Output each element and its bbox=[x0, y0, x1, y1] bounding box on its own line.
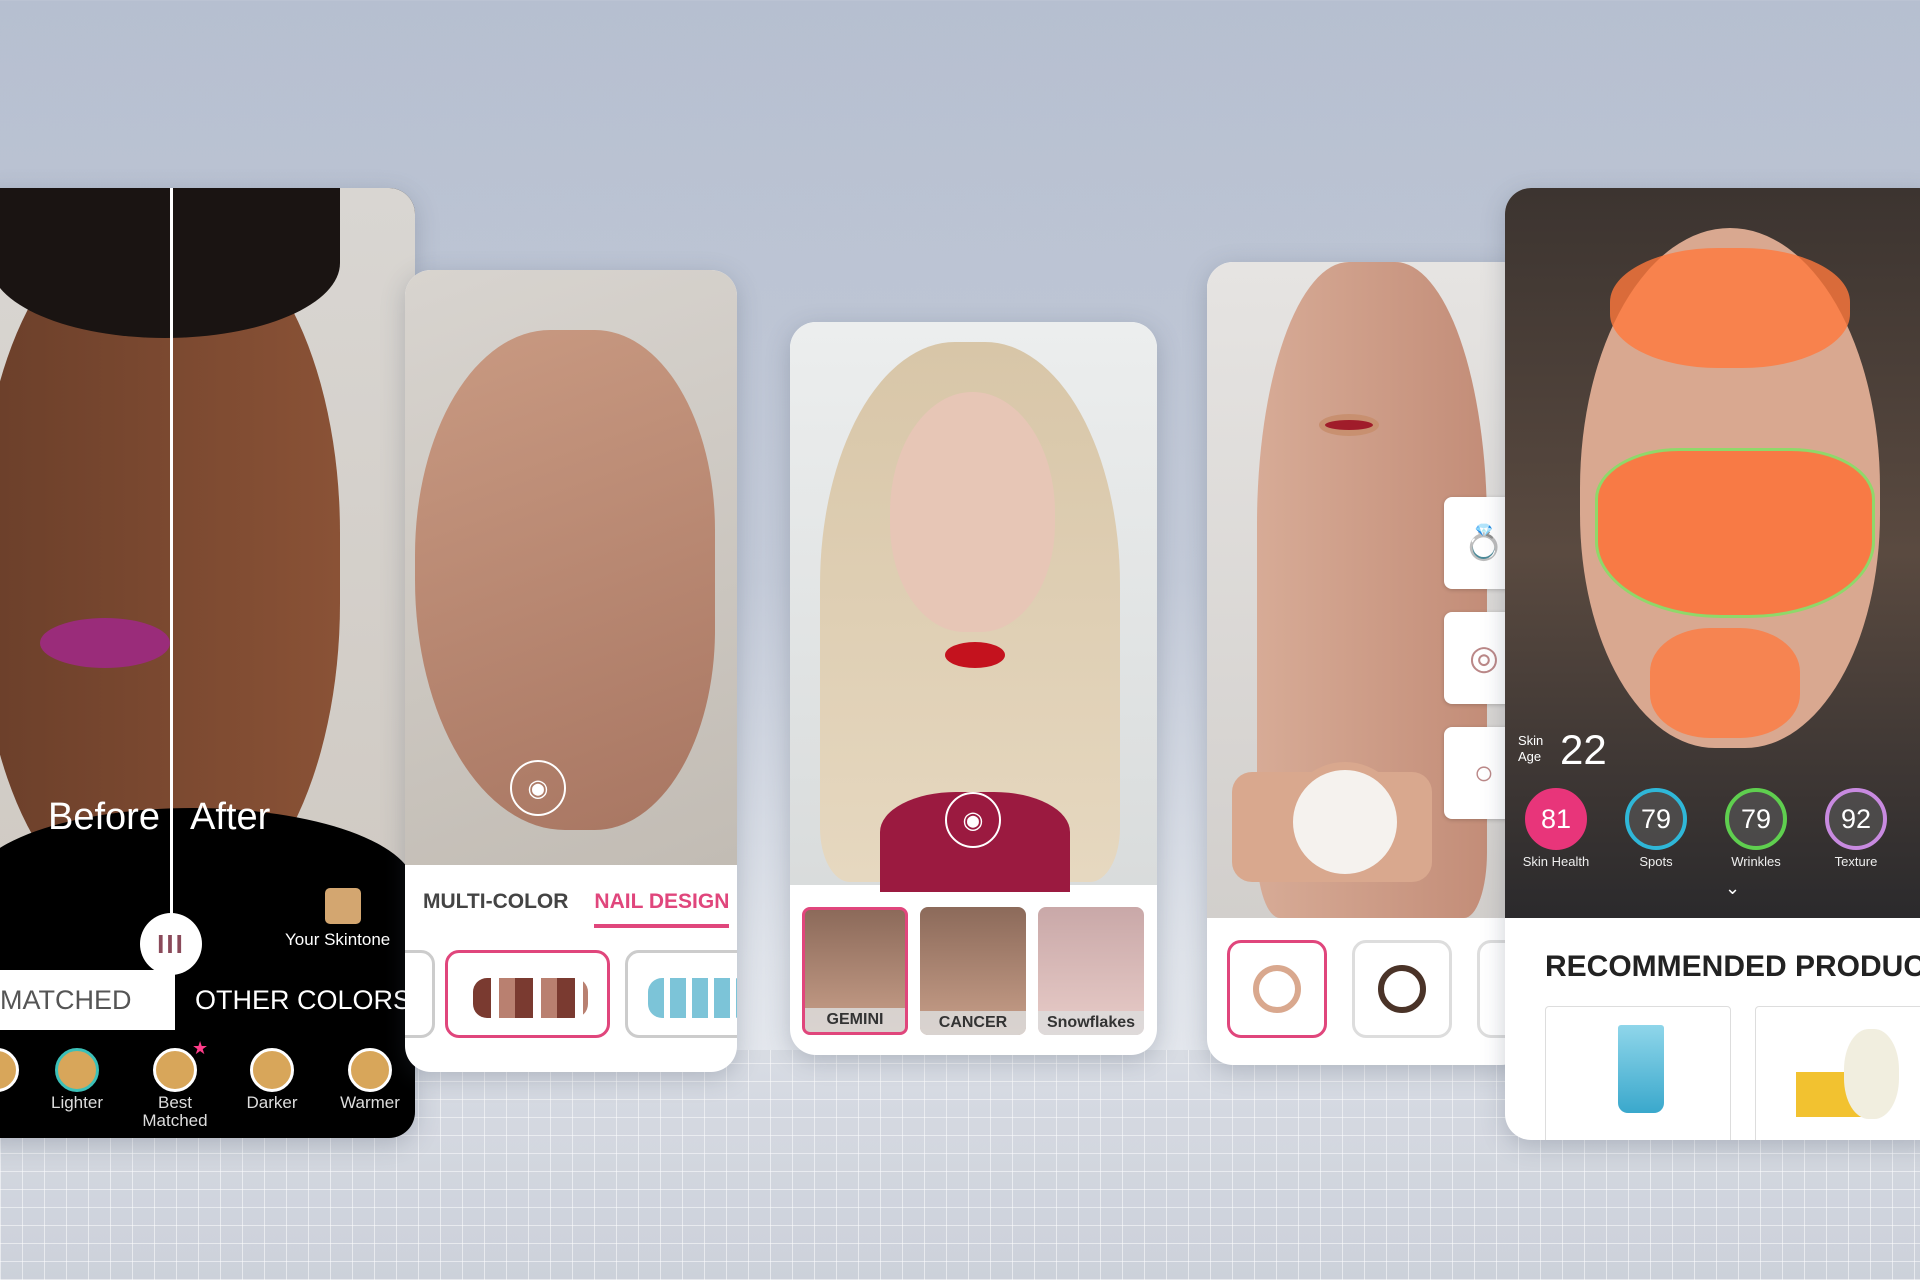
look-label: GEMINI bbox=[805, 1008, 905, 1032]
shade-swatch-darker[interactable] bbox=[250, 1048, 294, 1092]
face-mask-image bbox=[1844, 1029, 1899, 1119]
recommended-products-heading: RECOMMENDED PRODUC bbox=[1545, 950, 1920, 983]
camera-icon[interactable]: ◉ bbox=[945, 792, 1001, 848]
look-label: Snowflakes bbox=[1038, 1011, 1144, 1035]
product-card-cream-tube[interactable] bbox=[1545, 1006, 1731, 1140]
score-texture[interactable]: 92 bbox=[1825, 788, 1887, 850]
hand-ring-watch-photo bbox=[1207, 262, 1527, 918]
nail-design-tile[interactable] bbox=[625, 950, 737, 1038]
your-skintone-swatch bbox=[325, 888, 361, 924]
before-after-face-photo bbox=[0, 188, 415, 968]
shade-swatch-lighter[interactable] bbox=[55, 1048, 99, 1092]
tab-matched[interactable]: MATCHED bbox=[0, 970, 175, 1030]
score-label: Wrinkles bbox=[1731, 854, 1781, 869]
nail-swatch-graphic bbox=[648, 978, 737, 1018]
watch-icon bbox=[1253, 965, 1301, 1013]
skin-analysis-card: Skin Age 22 81 Skin Health 79 Spots 79 W… bbox=[1505, 188, 1920, 1140]
nail-design-card: ◉ MULTI-COLOR NAIL DESIGN bbox=[405, 270, 737, 1072]
look-thumb-gemini[interactable]: GEMINI bbox=[802, 907, 908, 1035]
forehead-overlay bbox=[1610, 248, 1850, 368]
skin-age-label: Skin Age bbox=[1518, 733, 1544, 764]
star-icon: ★ bbox=[192, 1038, 209, 1058]
watch-option-rose-gold[interactable] bbox=[1227, 940, 1327, 1038]
ring-on-finger bbox=[1319, 414, 1379, 436]
blonde-model-photo: ◉ bbox=[790, 322, 1157, 892]
shade-label: Warmer bbox=[340, 1093, 400, 1112]
watch-face bbox=[1285, 762, 1405, 882]
shade-label: Darker bbox=[246, 1093, 298, 1112]
score-wrinkles[interactable]: 79 bbox=[1725, 788, 1787, 850]
hand-nails-photo: ◉ bbox=[405, 270, 737, 865]
look-thumb-snowflakes[interactable]: Snowflakes bbox=[1038, 907, 1144, 1035]
nail-swatch-graphic bbox=[473, 978, 588, 1018]
shade-label: Best Matched bbox=[142, 1093, 208, 1130]
tab-other-colors[interactable]: OTHER COLORS bbox=[195, 985, 411, 1016]
before-label: Before bbox=[48, 796, 160, 838]
nail-tabs: MULTI-COLOR NAIL DESIGN bbox=[423, 890, 730, 928]
score-skin-health[interactable]: 81 bbox=[1525, 788, 1587, 850]
shade-swatch-warmer[interactable] bbox=[348, 1048, 392, 1092]
lips-shape bbox=[40, 618, 170, 668]
hand-shape bbox=[415, 330, 715, 830]
chin-overlay bbox=[1650, 628, 1800, 738]
chevron-double-down-icon[interactable]: ⌄ bbox=[1725, 878, 1740, 899]
tab-multi-color[interactable]: MULTI-COLOR bbox=[423, 890, 568, 928]
cream-tube-image bbox=[1618, 1025, 1664, 1113]
watch-icon bbox=[1378, 965, 1426, 1013]
your-skintone-label: Your Skintone bbox=[285, 930, 391, 949]
product-card-face-mask[interactable] bbox=[1755, 1006, 1920, 1140]
shade-swatch-best-matched[interactable] bbox=[153, 1048, 197, 1092]
cheek-overlay bbox=[1595, 448, 1875, 618]
score-label: Texture bbox=[1834, 854, 1878, 869]
face-shape bbox=[890, 392, 1055, 632]
look-label: CANCER bbox=[920, 1011, 1026, 1035]
look-thumb-cancer[interactable]: CANCER bbox=[920, 907, 1026, 1035]
camera-icon[interactable]: ◉ bbox=[510, 760, 566, 816]
compare-divider[interactable] bbox=[170, 188, 173, 948]
score-spots[interactable]: 79 bbox=[1625, 788, 1687, 850]
shade-label: Lighter bbox=[51, 1093, 103, 1112]
lips-shape bbox=[945, 642, 1005, 668]
tab-nail-design[interactable]: NAIL DESIGN bbox=[594, 890, 730, 928]
jewelry-tryon-card: 💍 ◎ ○ bbox=[1207, 262, 1527, 1065]
score-label: Spots bbox=[1639, 854, 1673, 869]
after-label: After bbox=[190, 796, 271, 838]
skin-age-value: 22 bbox=[1560, 726, 1607, 773]
makeup-look-card: ◉ GEMINI CANCER Snowflakes bbox=[790, 322, 1157, 1055]
nail-design-tile[interactable] bbox=[405, 950, 435, 1038]
nail-design-tile-selected[interactable] bbox=[445, 950, 610, 1038]
watch-option-brown-strap[interactable] bbox=[1352, 940, 1452, 1038]
foundation-shade-card: Before After III Your Skintone MATCHED O… bbox=[0, 188, 415, 1138]
compare-slider-handle[interactable]: III bbox=[140, 913, 202, 975]
shade-swatch[interactable] bbox=[0, 1048, 19, 1092]
score-label: Skin Health bbox=[1522, 854, 1590, 869]
